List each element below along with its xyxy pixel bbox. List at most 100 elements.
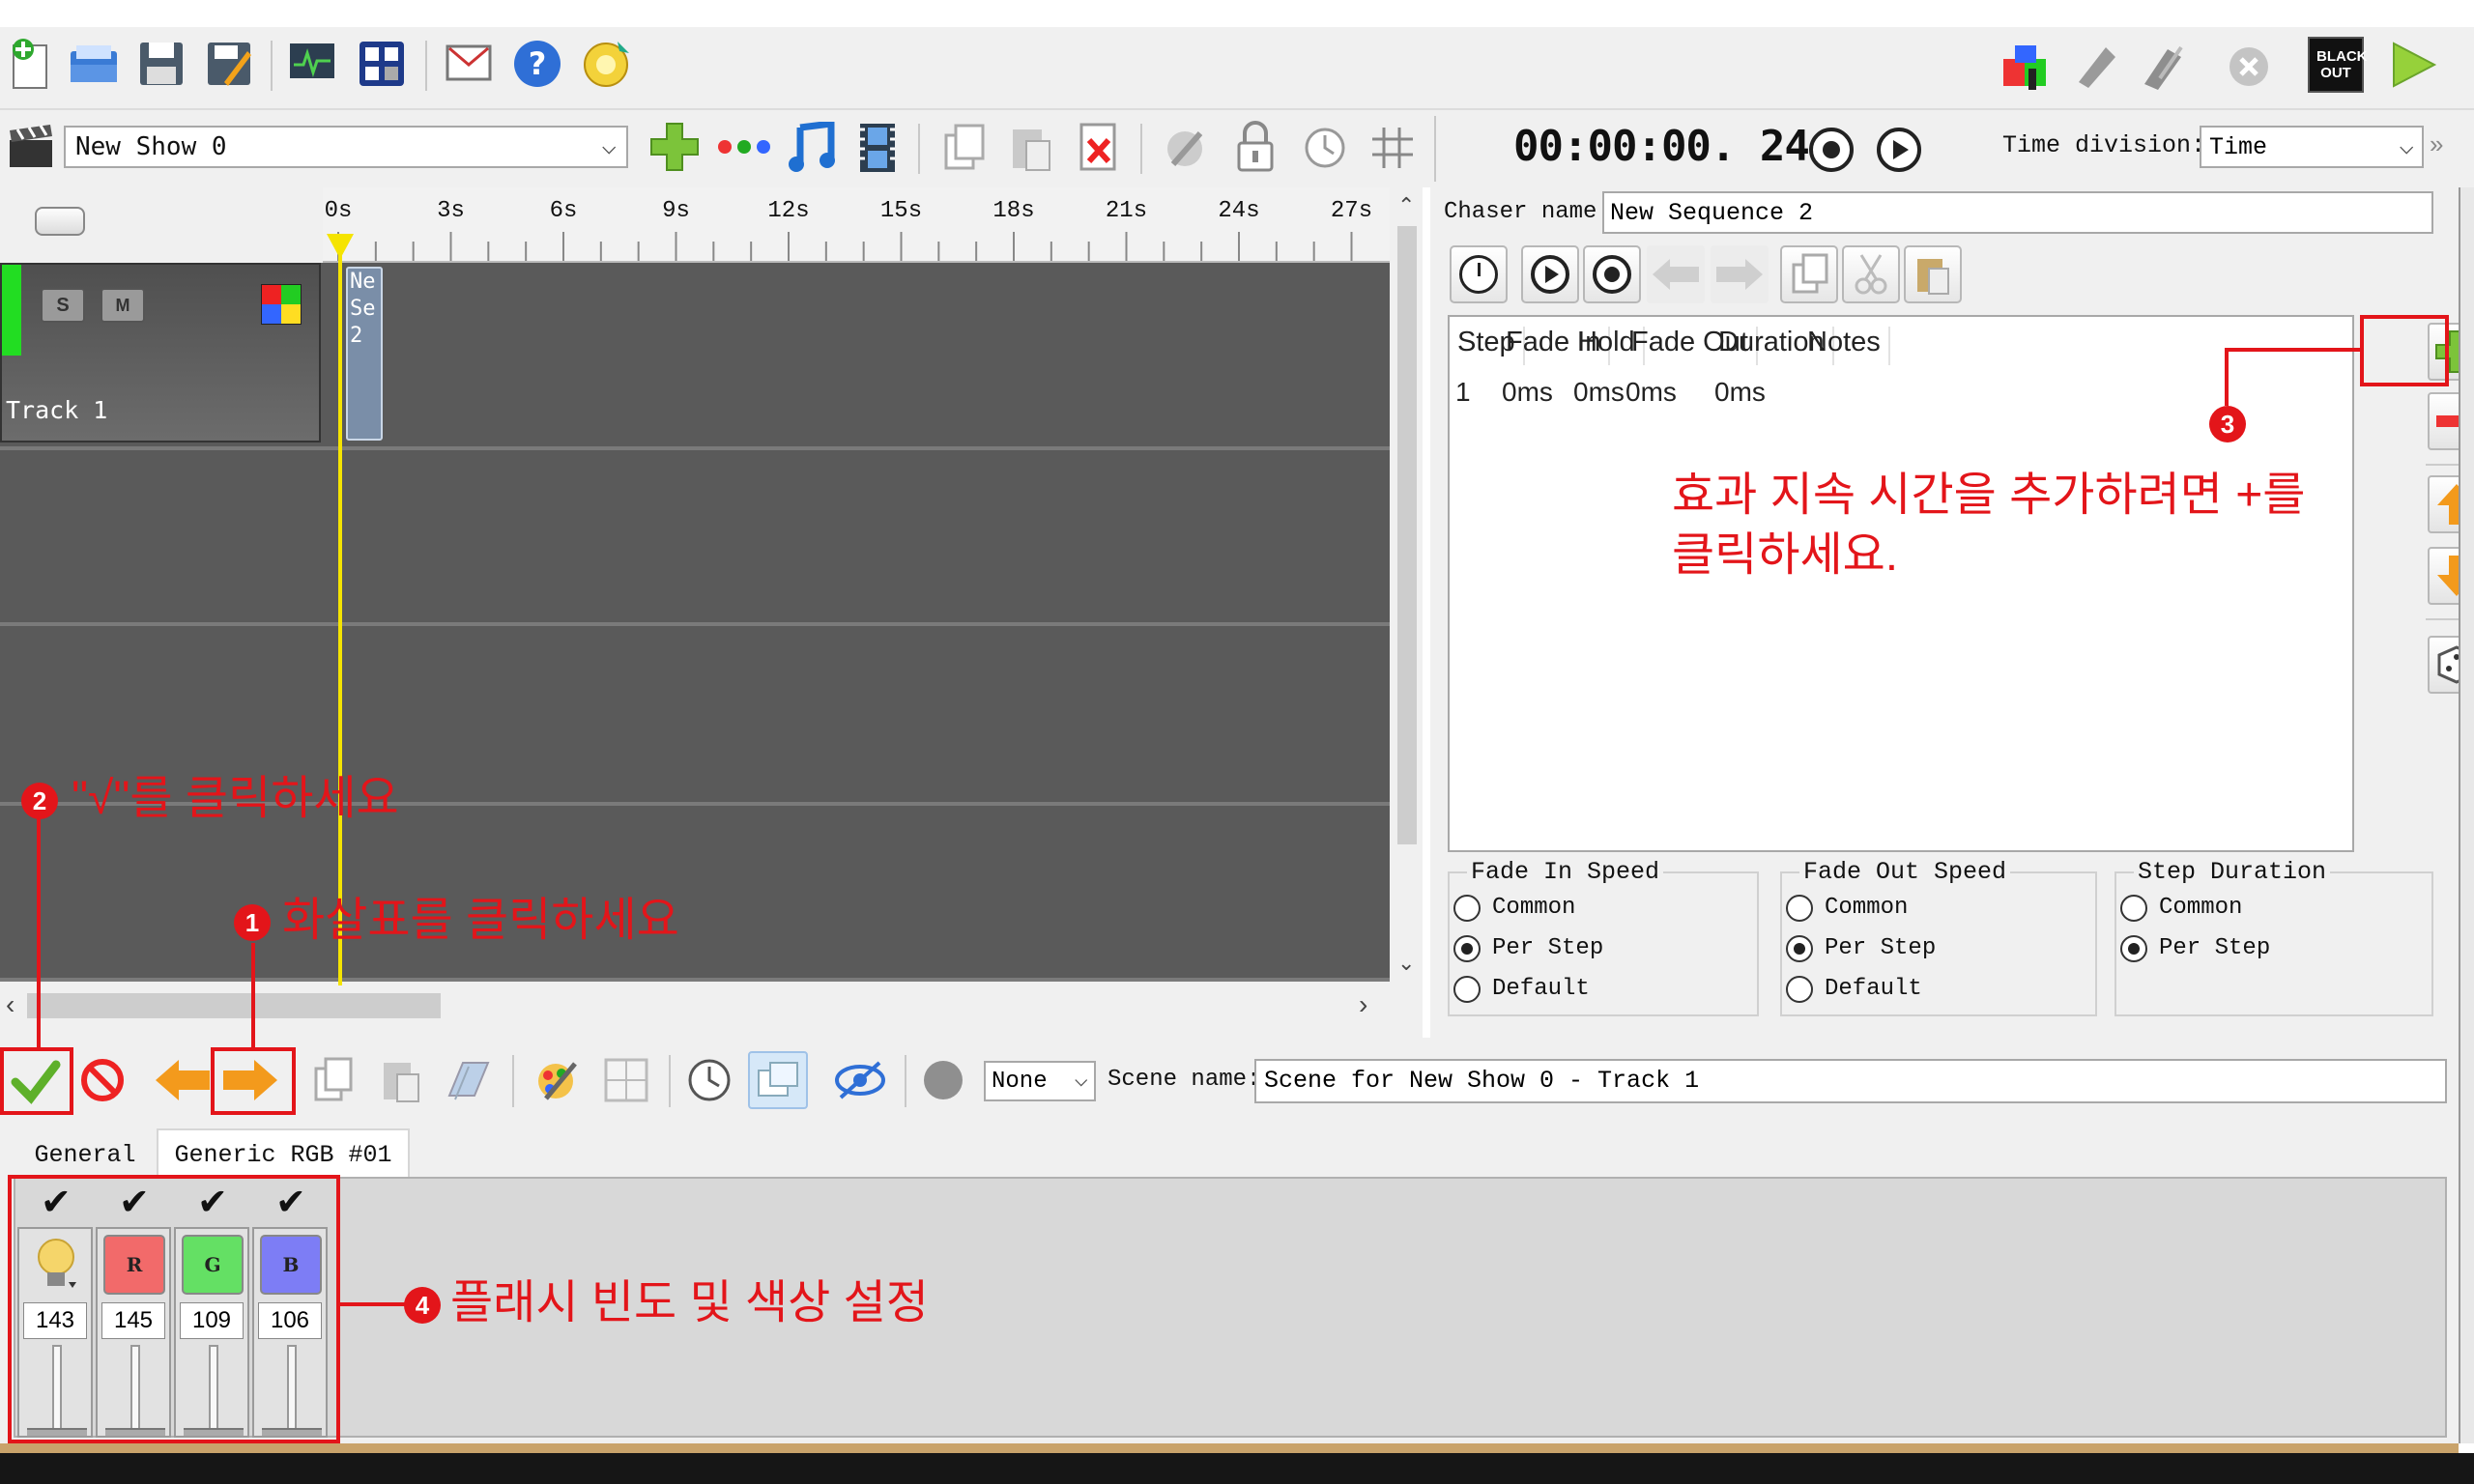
ruler-label: 18s	[992, 198, 1034, 224]
step-table-row[interactable]: 1 0ms 0ms 0ms 0ms	[1450, 373, 2352, 412]
chaser-play-button[interactable]	[1521, 245, 1579, 303]
save-icon[interactable]	[135, 39, 187, 89]
chaser-speed-button[interactable]	[1450, 245, 1508, 303]
play-mode-icon[interactable]	[2385, 37, 2441, 93]
radio-per-step[interactable]	[1786, 935, 1813, 962]
clip-label-line1: Ne	[350, 270, 376, 294]
next-step-icon[interactable]	[1711, 245, 1769, 303]
save-as-icon[interactable]	[203, 39, 255, 89]
zoom-slider-handle[interactable]	[35, 207, 85, 236]
scene-name-input[interactable]: Scene for New Show 0 - Track 1	[1254, 1059, 2447, 1103]
speed-dial-icon[interactable]	[682, 1053, 736, 1107]
radio-common[interactable]	[1453, 895, 1481, 922]
scroll-left-icon[interactable]: ‹	[6, 989, 14, 1020]
step-table-cell: 0ms	[1502, 377, 1553, 407]
tab-mode-icon[interactable]	[748, 1051, 808, 1109]
mute-button[interactable]: M	[101, 288, 145, 323]
time-display: 00:00:00. 24	[1513, 122, 1810, 171]
radio-per-step[interactable]	[1453, 935, 1481, 962]
copy-disabled-icon[interactable]	[937, 122, 990, 174]
annotation-step-1: 화살표를 클릭하세요	[282, 895, 679, 946]
scroll-right-icon[interactable]: ›	[1359, 989, 1367, 1020]
add-track-icon[interactable]	[646, 118, 704, 176]
toolbar-separator	[425, 41, 427, 91]
tab-general[interactable]: General	[19, 1134, 151, 1177]
annotation-line-3h	[2225, 348, 2362, 352]
grid-icon[interactable]	[1366, 122, 1419, 174]
track-separator	[0, 622, 1390, 626]
monitor-icon[interactable]	[286, 39, 338, 89]
time-division-select[interactable]: Time ⌵	[2200, 126, 2424, 168]
blackout-icon[interactable]: BLACK OUT	[2306, 35, 2368, 95]
disable-icon[interactable]	[73, 1051, 131, 1109]
chaser-stop-button[interactable]	[1583, 245, 1641, 303]
time-division-value: Time	[2209, 132, 2268, 161]
radio-common[interactable]	[2120, 895, 2147, 922]
fullscreen-icon[interactable]	[443, 39, 495, 89]
scene-name-label: Scene name:	[1108, 1067, 1261, 1093]
stop-all-icon[interactable]	[2223, 41, 2275, 93]
radio-default[interactable]	[1453, 976, 1481, 1003]
add-video-icon[interactable]	[850, 120, 905, 176]
tab-generic-rgb[interactable]: Generic RGB #01	[157, 1128, 410, 1179]
color-disabled-icon[interactable]	[1160, 122, 1212, 174]
track-separator	[0, 978, 1390, 982]
play-button[interactable]	[1877, 128, 1921, 172]
solo-button[interactable]: S	[41, 288, 85, 323]
address-tool-icon[interactable]	[356, 39, 408, 89]
ruler-label: 15s	[880, 198, 922, 224]
timeline-vertical-scrollbar[interactable]: ⌃ ⌄	[1392, 187, 1423, 984]
scroll-thumb[interactable]	[1397, 226, 1417, 844]
show-select[interactable]: New Show 0 ⌵	[64, 126, 628, 168]
about-icon[interactable]	[580, 35, 636, 91]
annotation-channels-highlight	[8, 1175, 340, 1443]
chaser-paste-button[interactable]	[1904, 245, 1962, 303]
radio-label: Common	[1825, 895, 1909, 921]
audio-input-icon[interactable]	[1999, 39, 2055, 91]
blind-mode-icon[interactable]	[831, 1053, 889, 1107]
radio-default[interactable]	[1786, 976, 1813, 1003]
disabled-edit-icon[interactable]	[2136, 39, 2192, 91]
paste-disabled-icon[interactable]	[1005, 122, 1057, 174]
add-audio-icon[interactable]	[785, 120, 839, 176]
ruler-label: 27s	[1331, 198, 1372, 224]
radio-per-step[interactable]	[2120, 935, 2147, 962]
previous-step-icon[interactable]	[1647, 245, 1705, 303]
hscroll-thumb[interactable]	[27, 993, 441, 1018]
chaser-name-input[interactable]: New Sequence 2	[1602, 191, 2433, 234]
previous-arrow-icon[interactable]	[153, 1051, 213, 1109]
channel-group-select[interactable]: None ⌵	[984, 1061, 1096, 1101]
delete-icon[interactable]	[1073, 122, 1125, 174]
radio-common[interactable]	[1786, 895, 1813, 922]
timeline-horizontal-scrollbar[interactable]: ‹ ›	[0, 985, 1392, 1026]
track-header[interactable]: S M Track 1	[0, 263, 321, 442]
chaser-copy-button[interactable]	[1780, 245, 1838, 303]
copy-icon[interactable]	[307, 1053, 360, 1107]
radio-label: Common	[2159, 895, 2243, 921]
stop-button[interactable]	[1809, 128, 1854, 172]
position-tool-icon[interactable]	[599, 1053, 653, 1107]
sequence-clip[interactable]: Ne Se 2	[346, 267, 383, 441]
step-column-header[interactable]: Notes	[1803, 327, 1890, 365]
chaser-cut-button[interactable]	[1842, 245, 1900, 303]
overflow-chevron[interactable]: »	[2430, 129, 2443, 159]
main-toolbar: ? BLACK OUT	[0, 27, 2474, 110]
color-tool-icon[interactable]	[530, 1053, 584, 1107]
lock-icon[interactable]	[1229, 118, 1281, 176]
paste-all-icon[interactable]	[443, 1053, 495, 1107]
step-table-cell: 1	[1455, 377, 1471, 407]
clock-icon[interactable]	[1299, 122, 1351, 174]
scroll-down-icon[interactable]: ⌄	[1397, 951, 1415, 976]
open-folder-icon[interactable]	[68, 39, 122, 89]
scroll-up-icon[interactable]: ⌃	[1397, 193, 1415, 218]
paste-icon[interactable]	[375, 1053, 427, 1107]
scene-name-value: Scene for New Show 0 - Track 1	[1264, 1067, 1700, 1095]
record-icon[interactable]	[918, 1055, 968, 1105]
add-sequence-icon[interactable]	[715, 129, 773, 164]
new-document-icon[interactable]	[6, 37, 54, 91]
playback-cursor-line	[338, 255, 342, 989]
disabled-tool-icon[interactable]	[2068, 39, 2124, 91]
time-division-label: Time division:	[2002, 131, 2206, 159]
help-icon[interactable]: ?	[510, 37, 564, 91]
channels-panel	[14, 1177, 2447, 1438]
